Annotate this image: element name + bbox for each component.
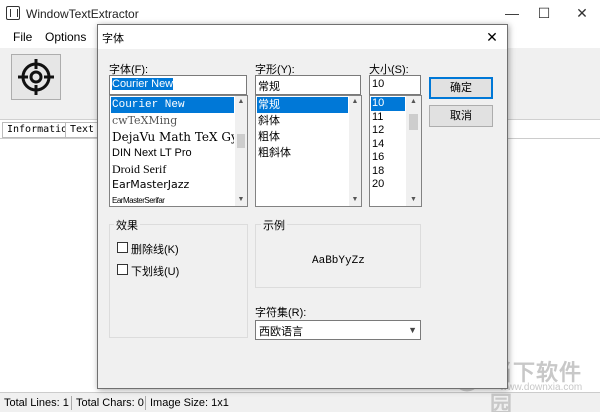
status-total-lines: Total Lines: 1 — [4, 397, 69, 409]
size-list-item[interactable]: 16 — [371, 151, 405, 165]
scroll-down-arrow-icon[interactable]: ▼ — [235, 194, 247, 206]
style-list-item[interactable]: 粗体 — [257, 129, 348, 145]
ok-button[interactable]: 确定 — [429, 77, 493, 99]
scroll-up-arrow-icon[interactable]: ▲ — [406, 96, 421, 108]
font-list-scrollbar[interactable]: ▲ ▼ — [235, 96, 247, 206]
size-list-scrollbar[interactable]: ▲ ▼ — [406, 96, 421, 206]
watermark-url: www.downxia.com — [500, 382, 583, 393]
status-separator — [145, 396, 146, 410]
font-list-item[interactable]: Courier New — [111, 97, 234, 113]
font-listbox[interactable]: Courier New cwTeXMing DejaVu Math TeX Gy… — [109, 95, 248, 207]
charset-label: 字符集(R): — [255, 307, 307, 319]
font-style-input[interactable]: 常规 — [255, 75, 361, 95]
close-button[interactable]: ✕ — [565, 0, 599, 26]
underline-checkbox[interactable] — [117, 264, 128, 275]
effects-label: 效果 — [114, 217, 140, 233]
maximize-button[interactable]: ☐ — [527, 0, 561, 26]
tab-text[interactable]: Text — [65, 122, 100, 138]
dialog-close-button[interactable]: ✕ — [481, 26, 503, 48]
target-button[interactable] — [11, 54, 61, 100]
menu-file[interactable]: File — [13, 30, 32, 44]
font-list-item[interactable]: cwTeXMing — [111, 113, 234, 129]
scroll-down-arrow-icon[interactable]: ▼ — [349, 194, 361, 206]
status-image-size: Image Size: 1x1 — [150, 397, 229, 409]
scroll-down-arrow-icon[interactable]: ▼ — [406, 194, 421, 206]
scroll-up-arrow-icon[interactable]: ▲ — [235, 96, 247, 108]
menu-options[interactable]: Options — [45, 30, 86, 44]
dialog-title: 字体 — [102, 33, 124, 45]
cancel-button[interactable]: 取消 — [429, 105, 493, 127]
size-list-item[interactable]: 20 — [371, 178, 405, 192]
scroll-thumb[interactable] — [409, 114, 418, 130]
scroll-up-arrow-icon[interactable]: ▲ — [349, 96, 361, 108]
size-listbox[interactable]: 10 11 12 14 16 18 20 ▲ ▼ — [369, 95, 422, 207]
style-list-items: 常规 斜体 粗体 粗斜体 — [257, 97, 348, 205]
style-list-item[interactable]: 斜体 — [257, 113, 348, 129]
status-separator — [71, 396, 72, 410]
strikeout-checkbox[interactable] — [117, 242, 128, 253]
style-listbox[interactable]: 常规 斜体 粗体 粗斜体 ▲ ▼ — [255, 95, 362, 207]
size-list-item[interactable]: 12 — [371, 124, 405, 138]
font-list-item[interactable]: EarMasterSerifar — [111, 193, 234, 205]
strikeout-label[interactable]: 删除线(K) — [131, 241, 179, 257]
underline-label[interactable]: 下划线(U) — [131, 263, 179, 279]
minimize-button[interactable]: — — [495, 0, 529, 26]
crosshair-target-icon — [18, 59, 54, 95]
size-list-item[interactable]: 11 — [371, 111, 405, 125]
app-icon — [6, 6, 20, 20]
dialog-titlebar: 字体 ✕ — [98, 25, 507, 49]
size-list-items: 10 11 12 14 16 18 20 — [371, 97, 405, 205]
scroll-thumb[interactable] — [237, 134, 245, 148]
font-list-items: Courier New cwTeXMing DejaVu Math TeX Gy… — [111, 97, 234, 205]
size-list-item[interactable]: 18 — [371, 165, 405, 179]
font-list-item[interactable]: EarMasterJazz — [111, 177, 234, 193]
charset-select[interactable]: 西欧语言 ▼ — [255, 320, 421, 340]
style-list-item[interactable]: 常规 — [257, 97, 348, 113]
size-list-item[interactable]: 14 — [371, 138, 405, 152]
sample-label: 示例 — [261, 217, 287, 233]
sample-text: AaBbYyZz — [312, 255, 365, 267]
font-list-item[interactable]: Droid Serif — [111, 161, 234, 177]
font-list-item[interactable]: DejaVu Math TeX Gyr — [111, 129, 234, 145]
style-list-item[interactable]: 粗斜体 — [257, 145, 348, 161]
status-total-chars: Total Chars: 0 — [76, 397, 144, 409]
chevron-down-icon: ▼ — [408, 325, 417, 335]
app-title: WindowTextExtractor — [26, 7, 139, 21]
font-dialog: 字体 ✕ 字体(F): Courier New Courier New cwTe… — [97, 24, 508, 389]
size-list-item[interactable]: 10 — [371, 97, 405, 111]
style-list-scrollbar[interactable]: ▲ ▼ — [349, 96, 361, 206]
font-size-input[interactable]: 10 — [369, 75, 421, 95]
font-name-input[interactable]: Courier New — [109, 75, 247, 95]
font-list-item[interactable]: DIN Next LT Pro — [111, 145, 234, 161]
